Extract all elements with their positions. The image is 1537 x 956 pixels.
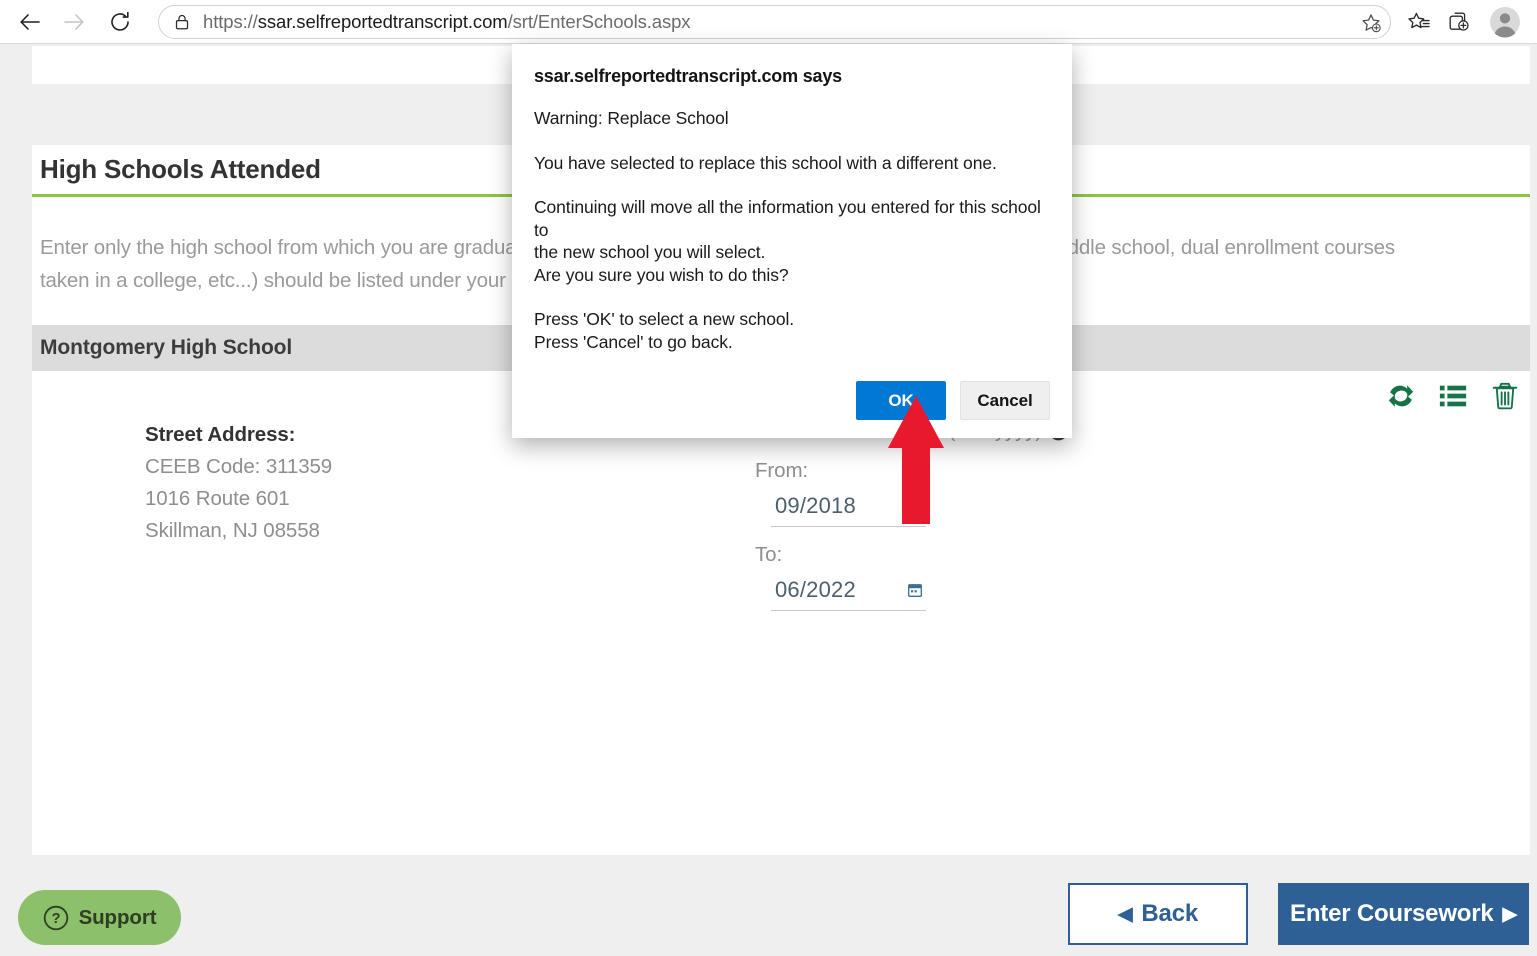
dialog-spacer: [534, 130, 1050, 152]
delete-school-button[interactable]: [1490, 381, 1520, 411]
dialog-line-1: Warning: Replace School: [534, 108, 729, 128]
dialog-line-3: Continuing will move all the information…: [534, 197, 1041, 240]
from-date-value: 09/2018: [775, 493, 856, 518]
dialog-origin-title: ssar.selfreportedtranscript.com says: [534, 66, 842, 86]
profile-avatar-icon: [1490, 6, 1520, 38]
url-text: https://ssar.selfreportedtranscript.com/…: [203, 10, 691, 32]
favorites-list-icon: [1408, 12, 1430, 28]
back-arrow-icon: [20, 13, 40, 30]
add-favorite-button[interactable]: [1356, 8, 1386, 38]
support-button[interactable]: ? Support: [18, 890, 181, 945]
browser-forward-button[interactable]: [54, 2, 94, 42]
browser-reload-button[interactable]: [100, 2, 140, 42]
list-icon: [1439, 385, 1467, 407]
city-state-zip-value: Skillman, NJ 08558: [145, 519, 320, 542]
ceeb-code-value: CEEB Code: 311359: [145, 455, 333, 478]
red-arrow-annotation: [888, 396, 944, 524]
school-action-buttons: [1386, 381, 1520, 411]
browser-toolbar: https://ssar.selfreportedtranscript.com/…: [0, 0, 1537, 44]
street-address-label: Street Address:: [145, 423, 296, 446]
to-date-input[interactable]: 06/2022: [771, 575, 926, 611]
reload-icon: [111, 11, 129, 31]
question-circle-icon: ?: [43, 905, 68, 930]
svg-text:?: ?: [51, 911, 60, 927]
browser-back-button[interactable]: [10, 2, 50, 42]
dialog-line-6: Press 'OK' to select a new school.: [534, 309, 795, 329]
dialog-line-5: Are you sure you wish to do this?: [534, 264, 789, 285]
street-value: 1016 Route 601: [145, 487, 290, 510]
to-label: To:: [755, 543, 783, 566]
enter-coursework-button[interactable]: Enter Coursework ▶: [1278, 883, 1529, 945]
star-add-icon: [1362, 13, 1381, 32]
back-button-label: Back: [1141, 900, 1198, 927]
enter-coursework-label: Enter Coursework: [1290, 900, 1494, 927]
school-name: Montgomery High School: [40, 336, 293, 359]
collections-button[interactable]: [1439, 2, 1479, 42]
dialog-line-7: Press 'Cancel' to go back.: [534, 331, 733, 352]
dialog-cancel-button[interactable]: Cancel: [960, 381, 1050, 420]
back-triangle-icon: ◀: [1118, 903, 1133, 925]
refresh-replace-icon: [1388, 385, 1414, 407]
forward-triangle-icon: ▶: [1502, 903, 1518, 925]
profile-button[interactable]: [1485, 2, 1525, 42]
address-block: Street Address: CEEB Code: 311359 1016 R…: [145, 419, 332, 547]
support-label: Support: [78, 905, 157, 929]
footer-actions: ◀ Back Enter Coursework ▶: [1068, 883, 1529, 945]
back-button[interactable]: ◀ Back: [1068, 883, 1248, 945]
lock-icon: [175, 14, 189, 29]
replace-school-button[interactable]: [1386, 381, 1416, 411]
favorites-button[interactable]: [1399, 2, 1439, 42]
dialog-spacer: [534, 286, 1050, 308]
page-title: High Schools Attended: [40, 154, 321, 184]
dialog-line-2: You have selected to replace this school…: [534, 152, 997, 173]
date-to-row: To: 06/2022: [747, 543, 1068, 611]
dialog-spacer: [534, 174, 1050, 196]
to-date-value: 06/2022: [775, 577, 856, 602]
collections-add-icon: [1449, 12, 1469, 31]
address-bar[interactable]: https://ssar.selfreportedtranscript.com/…: [158, 4, 1391, 39]
dialog-button-row: OK Cancel: [534, 381, 1050, 420]
calendar-picker-icon[interactable]: [908, 583, 922, 597]
forward-arrow-icon: [64, 13, 84, 30]
school-list-button[interactable]: [1438, 381, 1468, 411]
dialog-line-4: the new school you will select.: [534, 242, 766, 262]
javascript-confirm-dialog: ssar.selfreportedtranscript.com says War…: [512, 44, 1072, 438]
trash-icon: [1492, 382, 1518, 410]
